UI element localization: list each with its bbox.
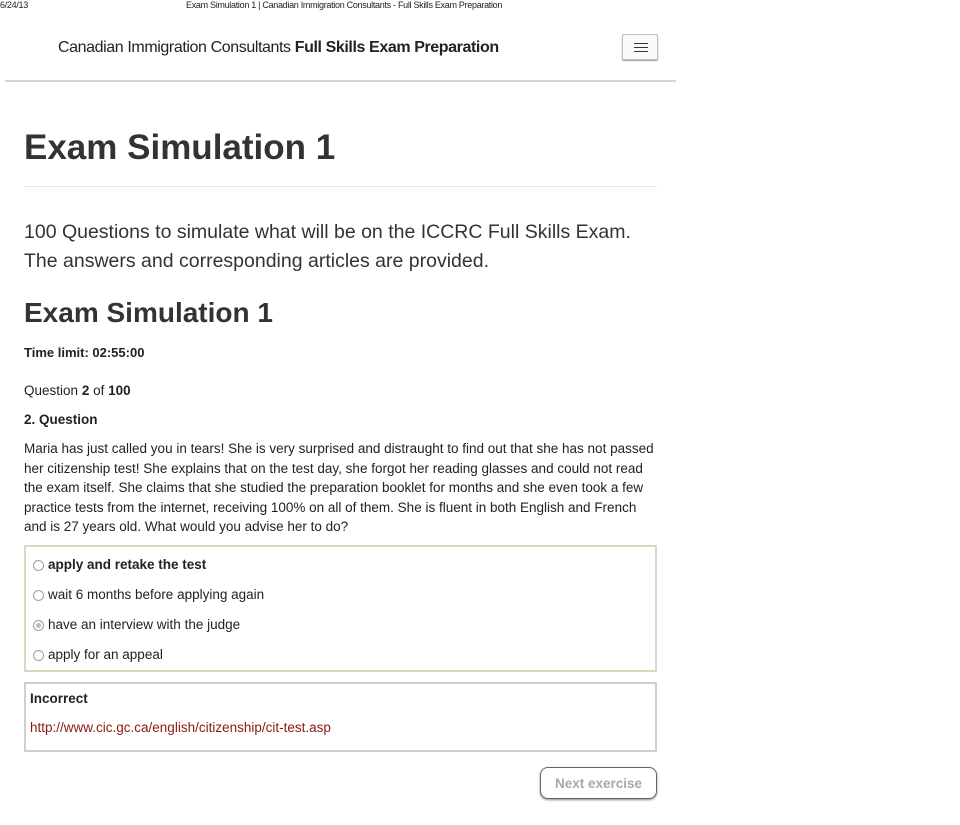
- title-divider: [24, 186, 657, 187]
- question-heading: 2. Question: [24, 412, 98, 427]
- brand-bold-text: Full Skills Exam Preparation: [294, 39, 499, 56]
- question-counter-of: of: [93, 383, 105, 398]
- reference-link[interactable]: http://www.cic.gc.ca/english/citizenship…: [30, 720, 331, 735]
- answer-label: wait 6 months before applying again: [48, 587, 265, 602]
- radio-button[interactable]: [33, 590, 44, 601]
- question-current-number: 2: [81, 383, 90, 398]
- question-counter: Question 2 of 100: [24, 383, 131, 398]
- next-exercise-button[interactable]: Next exercise: [540, 767, 657, 799]
- feedback-result: Incorrect: [30, 691, 88, 706]
- brand-regular-text: Canadian Immigration Consultants: [58, 39, 291, 56]
- answer-option[interactable]: apply and retake the test: [33, 557, 206, 577]
- answer-option[interactable]: have an interview with the judge: [33, 617, 240, 637]
- navbar: Canadian Immigration Consultants Full Sk…: [5, 28, 676, 82]
- intro-text: 100 Questions to simulate what will be o…: [24, 221, 631, 272]
- answer-option[interactable]: apply for an appeal: [33, 647, 163, 667]
- radio-button[interactable]: [33, 650, 44, 661]
- menu-toggle-button[interactable]: [622, 34, 658, 60]
- answer-label: have an interview with the judge: [48, 617, 241, 632]
- site-brand[interactable]: Canadian Immigration Consultants Full Sk…: [58, 39, 499, 57]
- question-text: Maria has just called you in tears! She …: [24, 441, 654, 534]
- answer-options: apply and retake the test wait 6 months …: [24, 545, 657, 672]
- print-date: 6/24/13: [0, 0, 28, 10]
- print-header: 6/24/13 Exam Simulation 1 | Canadian Imm…: [0, 0, 960, 12]
- print-page-title: Exam Simulation 1 | Canadian Immigration…: [186, 0, 503, 10]
- answer-label: apply for an appeal: [48, 647, 163, 662]
- question-counter-prefix: Question: [24, 383, 79, 398]
- radio-button-selected[interactable]: [33, 620, 44, 631]
- answer-feedback: Incorrect http://www.cic.gc.ca/english/c…: [24, 682, 657, 752]
- question-total-number: 100: [108, 383, 131, 398]
- hamburger-icon-line: [634, 51, 648, 52]
- time-limit: Time limit: 02:55:00: [24, 345, 145, 360]
- answer-label: apply and retake the test: [48, 557, 207, 572]
- radio-button[interactable]: [33, 560, 44, 571]
- hamburger-icon-line: [634, 47, 648, 48]
- exam-title: Exam Simulation 1: [24, 297, 273, 328]
- page-title: Exam Simulation 1: [24, 128, 336, 167]
- hamburger-icon: [634, 43, 648, 44]
- answer-option[interactable]: wait 6 months before applying again: [33, 587, 264, 607]
